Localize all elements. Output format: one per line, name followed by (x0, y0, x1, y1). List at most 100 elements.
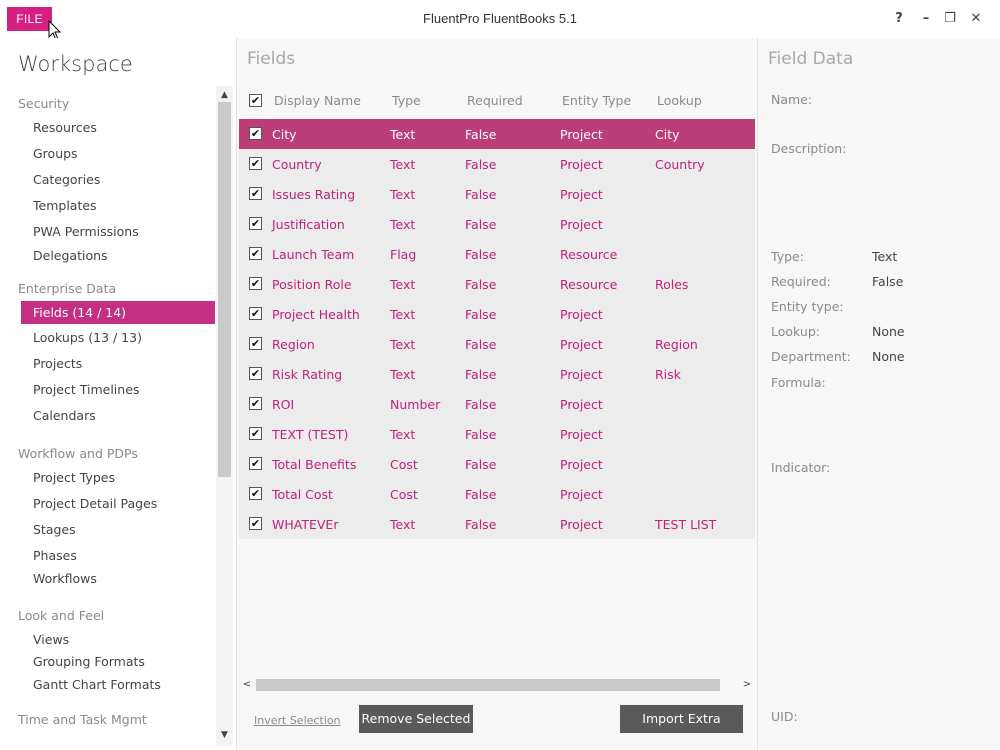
cell-entity-type: Project (560, 307, 603, 322)
row-checkbox[interactable]: ✔ (249, 247, 262, 260)
sidebar-item-resources[interactable]: Resources (33, 120, 97, 135)
import-extra-button[interactable]: Import Extra (620, 705, 743, 733)
row-checkbox[interactable]: ✔ (249, 307, 262, 320)
field-data-panel: Field Data Name: Description: Type: Text… (758, 38, 1000, 750)
sidebar-item-project-types[interactable]: Project Types (33, 470, 115, 485)
table-row[interactable]: ✔ Region Text False Project Region (239, 329, 755, 359)
window-title: FluentPro FluentBooks 5.1 (423, 11, 577, 26)
table-row[interactable]: ✔ City Text False Project City (239, 119, 755, 149)
restore-button[interactable]: ❐ (941, 10, 959, 28)
row-checkbox[interactable]: ✔ (249, 367, 262, 380)
sidebar-item-project-detail-pages[interactable]: Project Detail Pages (33, 496, 157, 511)
cell-type: Text (390, 427, 416, 442)
sidebar-item-projects[interactable]: Projects (33, 356, 82, 371)
sidebar-item-workflows[interactable]: Workflows (33, 571, 97, 586)
table-row[interactable]: ✔ WHATEVEr Text False Project TEST LIST (239, 509, 755, 539)
cell-type: Cost (390, 487, 418, 502)
scroll-left-icon[interactable]: < (240, 678, 254, 692)
row-checkbox[interactable]: ✔ (249, 217, 262, 230)
table-row[interactable]: ✔ Country Text False Project Country (239, 149, 755, 179)
table-row[interactable]: ✔ TEXT (TEST) Text False Project (239, 419, 755, 449)
row-checkbox[interactable]: ✔ (249, 277, 262, 290)
column-header-lookup[interactable]: Lookup (657, 93, 702, 108)
sidebar-section-header: Time and Task Mgmt (18, 712, 147, 727)
sidebar-item-views[interactable]: Views (33, 632, 69, 647)
cell-required: False (465, 187, 497, 202)
remove-selected-button[interactable]: Remove Selected (359, 705, 473, 733)
sidebar-section-header: Enterprise Data (18, 281, 117, 296)
scroll-up-icon[interactable]: ▲ (216, 88, 233, 102)
sidebar-item-pwa-permissions[interactable]: PWA Permissions (33, 224, 139, 239)
cell-display-name: Issues Rating (272, 187, 356, 202)
indicator-label: Indicator: (771, 460, 831, 475)
row-checkbox[interactable]: ✔ (249, 457, 262, 470)
cell-type: Text (390, 127, 416, 142)
column-header-display-name[interactable]: Display Name (274, 93, 361, 108)
sidebar-item-categories[interactable]: Categories (33, 172, 100, 187)
table-row[interactable]: ✔ Total Cost Cost False Project (239, 479, 755, 509)
cell-type: Text (390, 187, 416, 202)
table-row[interactable]: ✔ Risk Rating Text False Project Risk (239, 359, 755, 389)
sidebar-section-header: Security (18, 96, 70, 111)
row-checkbox[interactable]: ✔ (249, 397, 262, 410)
scroll-right-icon[interactable]: > (740, 678, 754, 692)
sidebar-item-stages[interactable]: Stages (33, 522, 76, 537)
sidebar-item-calendars[interactable]: Calendars (33, 408, 96, 423)
type-label: Type: (771, 249, 804, 264)
workspace-title: Workspace (18, 52, 133, 76)
sidebar-item-gantt-chart-formats[interactable]: Gantt Chart Formats (33, 677, 161, 692)
table-row[interactable]: ✔ Justification Text False Project (239, 209, 755, 239)
table-row[interactable]: ✔ Launch Team Flag False Resource (239, 239, 755, 269)
row-checkbox[interactable]: ✔ (249, 187, 262, 200)
sidebar-item-delegations[interactable]: Delegations (33, 248, 108, 263)
row-checkbox[interactable]: ✔ (249, 427, 262, 440)
help-button[interactable]: ? (890, 10, 908, 28)
scroll-down-icon[interactable]: ▼ (216, 728, 233, 742)
sidebar-scroll-thumb[interactable] (218, 102, 231, 477)
cell-required: False (465, 397, 497, 412)
table-row[interactable]: ✔ Position Role Text False Resource Roles (239, 269, 755, 299)
sidebar-item-fields-14-14[interactable]: Fields (14 / 14) (21, 301, 215, 324)
cell-type: Text (390, 277, 416, 292)
cell-type: Flag (390, 247, 417, 262)
column-header-entity-type[interactable]: Entity Type (562, 93, 631, 108)
cell-display-name: Risk Rating (272, 367, 343, 382)
table-row[interactable]: ✔ Total Benefits Cost False Project (239, 449, 755, 479)
entity-type-label: Entity type: (771, 299, 844, 314)
row-checkbox[interactable]: ✔ (249, 517, 262, 530)
cell-required: False (465, 127, 497, 142)
sidebar-item-grouping-formats[interactable]: Grouping Formats (33, 654, 145, 669)
cell-display-name: City (272, 127, 297, 142)
table-row[interactable]: ✔ ROI Number False Project (239, 389, 755, 419)
close-button[interactable]: ✕ (967, 10, 985, 28)
minimize-button[interactable]: – (917, 10, 935, 28)
field-data-title: Field Data (768, 49, 854, 69)
row-checkbox[interactable]: ✔ (249, 337, 262, 350)
cell-type: Cost (390, 457, 418, 472)
sidebar-item-project-timelines[interactable]: Project Timelines (33, 382, 139, 397)
cell-required: False (465, 247, 497, 262)
cell-lookup: Risk (655, 367, 681, 382)
fields-scroll-thumb[interactable] (256, 679, 720, 691)
cell-display-name: TEXT (TEST) (272, 427, 349, 442)
row-checkbox[interactable]: ✔ (249, 157, 262, 170)
sidebar-item-templates[interactable]: Templates (33, 198, 97, 213)
required-value: False (872, 274, 904, 289)
cell-entity-type: Project (560, 487, 603, 502)
select-all-checkbox[interactable]: ✔ (249, 94, 262, 107)
column-header-type[interactable]: Type (392, 93, 421, 108)
sidebar-item-groups[interactable]: Groups (33, 146, 78, 161)
cell-lookup: Roles (655, 277, 689, 292)
table-row[interactable]: ✔ Project Health Text False Project (239, 299, 755, 329)
invert-selection-link[interactable]: Invert Selection (254, 714, 341, 727)
sidebar-item-lookups-13-13[interactable]: Lookups (13 / 13) (33, 330, 142, 345)
cell-entity-type: Project (560, 337, 603, 352)
column-header-required[interactable]: Required (467, 93, 523, 108)
fields-horizontal-scrollbar[interactable]: < > (239, 678, 755, 692)
cell-required: False (465, 157, 497, 172)
row-checkbox[interactable]: ✔ (249, 127, 262, 140)
sidebar-item-phases[interactable]: Phases (33, 548, 77, 563)
row-checkbox[interactable]: ✔ (249, 487, 262, 500)
table-row[interactable]: ✔ Issues Rating Text False Project (239, 179, 755, 209)
sidebar-scrollbar[interactable]: ▲ ▼ (216, 86, 233, 746)
